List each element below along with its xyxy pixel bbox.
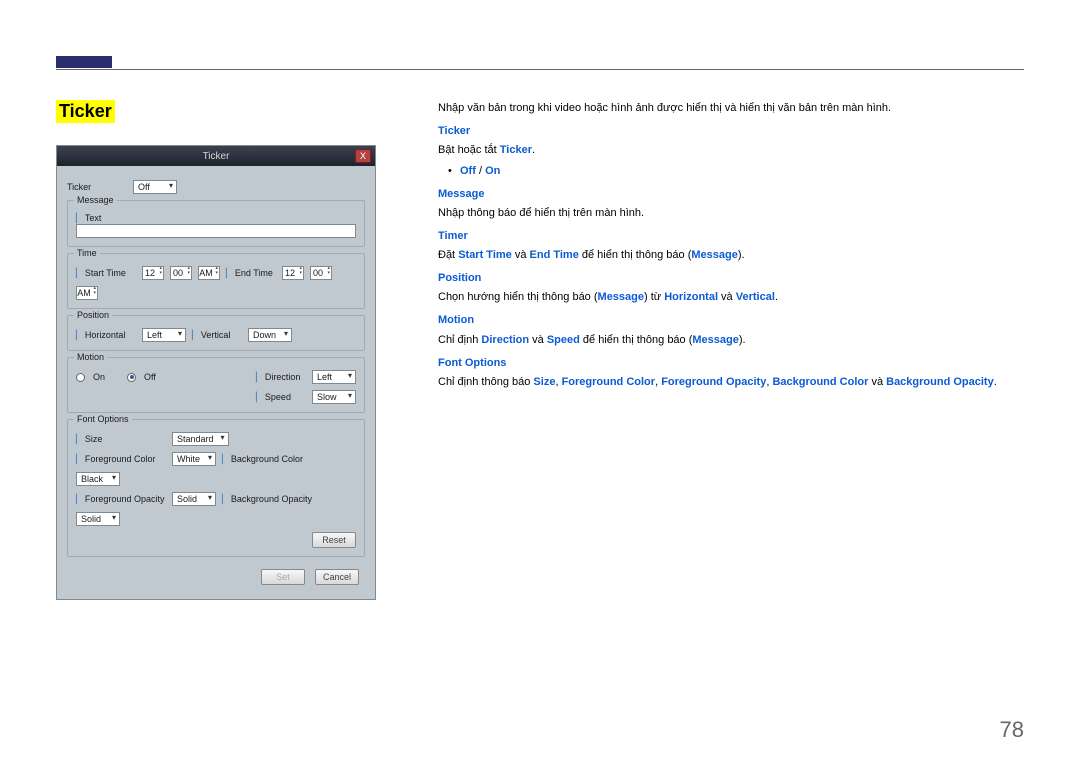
speed-label: Speed <box>256 392 306 403</box>
set-button[interactable]: Set <box>261 569 305 585</box>
message-input[interactable] <box>76 224 356 238</box>
end-hour[interactable]: 12 <box>282 266 304 280</box>
page-number: 78 <box>1000 717 1024 743</box>
horizontal-label: Horizontal <box>76 330 136 341</box>
intro-text: Nhập văn bản trong khi video hoặc hình ả… <box>438 100 1024 117</box>
motion-group: Motion On Off Direction Left Speed Slow <box>67 357 365 413</box>
speed-dropdown[interactable]: Slow <box>312 390 356 404</box>
end-min[interactable]: 00 <box>310 266 332 280</box>
direction-dropdown[interactable]: Left <box>312 370 356 384</box>
font-legend: Font Options <box>74 414 132 424</box>
position-group: Position Horizontal Left Vertical Down <box>67 315 365 351</box>
description-text: Nhập văn bản trong khi video hoặc hình ả… <box>438 100 1024 600</box>
header-accent <box>56 56 112 68</box>
fgcolor-label: Foreground Color <box>76 454 166 465</box>
end-ampm[interactable]: AM <box>76 286 98 300</box>
motion-heading: Motion <box>438 312 1024 329</box>
motion-off-radio[interactable] <box>127 373 136 382</box>
bgop-dropdown[interactable]: Solid <box>76 512 120 526</box>
time-group: Time Start Time 12 00 AM End Time 12 00 … <box>67 253 365 309</box>
text-label: Text <box>76 213 136 224</box>
bgop-label: Background Opacity <box>222 494 312 505</box>
end-time-label: End Time <box>226 268 276 279</box>
start-time-label: Start Time <box>76 268 136 279</box>
ticker-label: Ticker <box>67 182 127 192</box>
message-heading: Message <box>438 186 1024 203</box>
ticker-heading: Ticker <box>438 123 1024 140</box>
size-label: Size <box>76 434 166 445</box>
start-hour[interactable]: 12 <box>142 266 164 280</box>
ticker-dropdown[interactable]: Off <box>133 180 177 194</box>
font-heading: Font Options <box>438 355 1024 372</box>
dialog-title: Ticker <box>203 151 230 162</box>
start-min[interactable]: 00 <box>170 266 192 280</box>
horizontal-dropdown[interactable]: Left <box>142 328 186 342</box>
dialog-titlebar: Ticker X <box>57 146 375 166</box>
font-group: Font Options Size Standard Foreground Co… <box>67 419 365 557</box>
message-legend: Message <box>74 195 117 205</box>
start-ampm[interactable]: AM <box>198 266 220 280</box>
motion-on-radio[interactable] <box>76 373 85 382</box>
fgop-dropdown[interactable]: Solid <box>172 492 216 506</box>
cancel-button[interactable]: Cancel <box>315 569 359 585</box>
size-dropdown[interactable]: Standard <box>172 432 229 446</box>
vertical-dropdown[interactable]: Down <box>248 328 292 342</box>
ticker-dialog: Ticker X Ticker Off Message Text Time <box>56 145 376 600</box>
fgcolor-dropdown[interactable]: White <box>172 452 216 466</box>
motion-on-label: On <box>93 372 105 382</box>
position-legend: Position <box>74 310 112 320</box>
bgcolor-label: Background Color <box>222 454 312 465</box>
motion-legend: Motion <box>74 352 107 362</box>
motion-off-label: Off <box>144 372 156 382</box>
bgcolor-dropdown[interactable]: Black <box>76 472 120 486</box>
direction-label: Direction <box>256 372 306 383</box>
close-button[interactable]: X <box>355 149 371 163</box>
timer-heading: Timer <box>438 228 1024 245</box>
page-title: Ticker <box>56 100 115 123</box>
message-group: Message Text <box>67 200 365 247</box>
vertical-label: Vertical <box>192 330 242 341</box>
header-divider <box>56 69 1024 70</box>
time-legend: Time <box>74 248 100 258</box>
position-heading: Position <box>438 270 1024 287</box>
fgop-label: Foreground Opacity <box>76 494 166 505</box>
reset-button[interactable]: Reset <box>312 532 356 548</box>
